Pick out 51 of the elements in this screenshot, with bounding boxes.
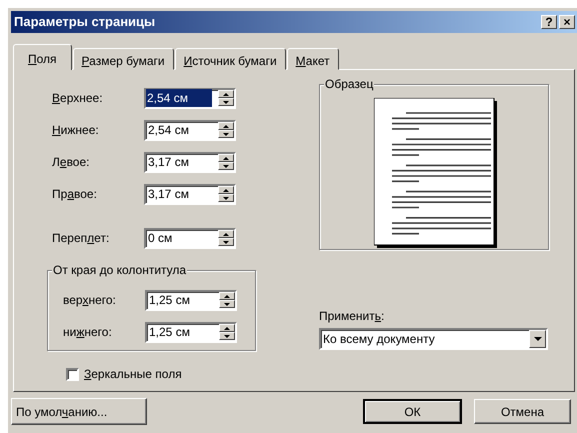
default-button[interactable]: По умолчанию... xyxy=(11,398,147,425)
spin-down-button[interactable] xyxy=(218,194,234,202)
tab[interactable]: Макет xyxy=(286,48,339,70)
input-field[interactable]: 2,54 см xyxy=(146,89,212,107)
help-button[interactable]: ? xyxy=(541,15,557,29)
tab[interactable]: Размер бумаги xyxy=(72,48,174,70)
input-field[interactable]: 2,54 см xyxy=(146,121,210,139)
spin-down-button[interactable] xyxy=(218,162,234,170)
spin-up-button[interactable] xyxy=(218,230,234,238)
field-label: Правое: xyxy=(52,186,98,203)
field-label: Переплет: xyxy=(52,230,110,247)
field-label: Левое: xyxy=(52,154,90,171)
input-field[interactable]: 1,25 см xyxy=(147,291,211,309)
input-field[interactable]: 0 см xyxy=(146,229,210,247)
spin-up-button[interactable] xyxy=(218,154,234,162)
input-field[interactable]: 1,25 см xyxy=(147,323,211,341)
cancel-button[interactable]: Отмена xyxy=(474,399,571,424)
field-label: Нижнее: xyxy=(52,122,100,139)
spin-box[interactable]: 3,17 см xyxy=(144,184,236,204)
field-label: нижнего: xyxy=(63,324,113,341)
spin-down-button[interactable] xyxy=(219,300,235,308)
ok-button[interactable]: ОК xyxy=(363,399,462,424)
spin-up-button[interactable] xyxy=(218,90,234,98)
spin-up-button[interactable] xyxy=(218,122,234,130)
checkbox-label: Зеркальные поля xyxy=(84,366,182,383)
spin-box[interactable]: 1,25 см xyxy=(145,322,237,342)
spin-box[interactable]: 3,17 см xyxy=(144,152,236,172)
group-title: Образец xyxy=(324,77,374,91)
field-label: Верхнее: xyxy=(52,90,104,107)
checkbox[interactable] xyxy=(66,368,79,380)
tab[interactable]: Источник бумаги xyxy=(174,48,286,70)
apply-dropdown[interactable]: Ко всему документу xyxy=(319,328,548,350)
spin-down-button[interactable] xyxy=(218,98,234,106)
spin-box[interactable]: 2,54 см xyxy=(144,88,236,108)
spin-down-button[interactable] xyxy=(219,332,235,340)
spin-down-button[interactable] xyxy=(218,238,234,246)
close-button[interactable]: × xyxy=(559,15,575,29)
window-title: Параметры страницы xyxy=(14,13,156,32)
spin-box[interactable]: 1,25 см xyxy=(145,290,237,310)
spin-up-button[interactable] xyxy=(219,292,235,300)
input-field[interactable]: 3,17 см xyxy=(146,185,210,203)
spin-box[interactable]: 2,54 см xyxy=(144,120,236,140)
spin-box[interactable]: 0 см xyxy=(144,228,236,248)
spin-up-button[interactable] xyxy=(219,324,235,332)
input-field[interactable]: 3,17 см xyxy=(146,153,210,171)
spin-up-button[interactable] xyxy=(218,186,234,194)
apply-label: Применить: xyxy=(319,308,386,325)
field-label: верхнего: xyxy=(63,292,117,309)
spin-down-button[interactable] xyxy=(218,130,234,138)
group-title: От края до колонтитула xyxy=(52,263,188,277)
tab[interactable]: Поля xyxy=(13,44,72,70)
